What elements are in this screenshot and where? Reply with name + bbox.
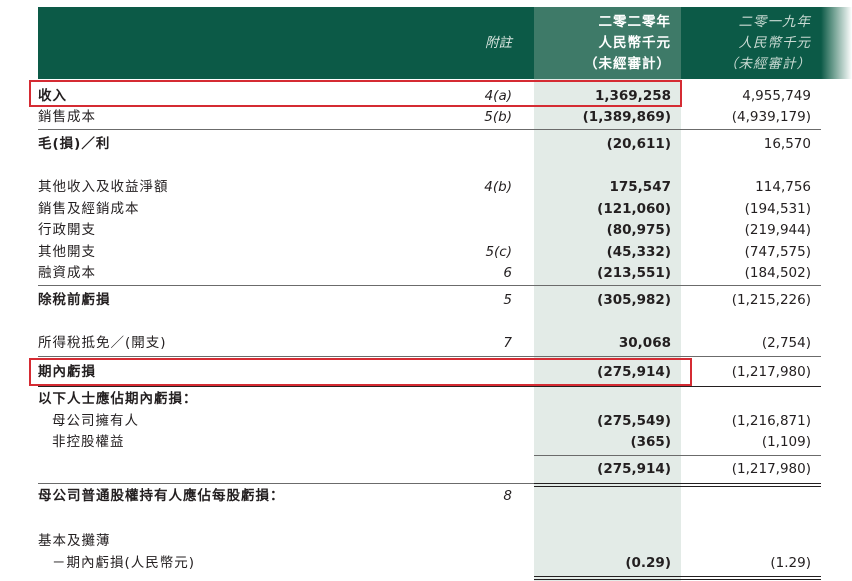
row-label: 融資成本 [38, 265, 96, 281]
divider [38, 129, 821, 130]
row-note: 5(b) [484, 109, 512, 125]
row-prior-value: (184,502) [744, 265, 811, 281]
row-label: 毛(損)／利 [38, 136, 111, 152]
divider [38, 356, 821, 357]
row-label: 其他開支 [38, 244, 96, 260]
row-label: 銷售及經銷成本 [38, 201, 140, 217]
row-prior-value: 4,955,749 [742, 88, 811, 104]
row-label: 非控股權益 [52, 434, 125, 450]
row-prior-value: 16,570 [763, 136, 811, 152]
divider [534, 576, 821, 577]
row-prior-value: (1,217,980) [731, 364, 811, 380]
table-row-income-tax: 所得稅抵免／(開支) 7 30,068 (2,754) [0, 333, 852, 354]
table-row-gross-profit: 毛(損)／利 (20,611) 16,570 [0, 134, 852, 155]
row-note: 5(c) [485, 244, 512, 260]
row-label: －期內虧損(人民幣元) [52, 555, 196, 571]
row-label: 基本及攤薄 [38, 533, 111, 549]
prior-year-unit: 人民幣千元 [738, 35, 811, 51]
row-prior-value: (1.29) [770, 555, 811, 571]
row-note: 7 [503, 335, 512, 351]
row-current-value: (20,611) [606, 136, 671, 152]
table-row-admin-expenses: 行政開支 (80,975) (219,944) [0, 220, 852, 241]
table-row-other-income: 其他收入及收益淨額 4(b) 175,547 114,756 [0, 177, 852, 198]
row-current-value: (365) [630, 434, 671, 450]
table-row-basic-diluted: 基本及攤薄 [0, 531, 852, 552]
table-row-attributable-heading: 以下人士應佔期內虧損： [0, 389, 852, 410]
row-prior-value: (1,217,980) [731, 461, 811, 477]
table-row-selling-costs: 銷售及經銷成本 (121,060) (194,531) [0, 199, 852, 220]
row-label: 行政開支 [38, 222, 96, 238]
row-label: 母公司普通股權持有人應佔每股虧損： [38, 488, 285, 504]
row-current-value: (0.29) [625, 555, 671, 571]
highlight-loss-for-period-row [29, 358, 692, 386]
table-row-finance-costs: 融資成本 6 (213,551) (184,502) [0, 263, 852, 284]
table-row-non-controlling-interests: 非控股權益 (365) (1,109) [0, 432, 852, 453]
row-prior-value: (1,109) [761, 434, 811, 450]
row-current-value: (80,975) [606, 222, 671, 238]
divider [534, 483, 821, 484]
row-current-value: (213,551) [597, 265, 671, 281]
row-prior-value: (2,754) [761, 335, 811, 351]
prior-year-label: 二零一九年 [738, 14, 811, 30]
table-row-loss-per-share-heading: 母公司普通股權持有人應佔每股虧損： 8 [0, 486, 852, 507]
row-note: 4(b) [484, 179, 512, 195]
table-header [38, 7, 534, 79]
row-current-value: (275,549) [597, 413, 671, 429]
row-current-value: (121,060) [597, 201, 671, 217]
header-fade [821, 7, 852, 79]
note-column-header: 附註 [485, 35, 512, 51]
row-prior-value: 114,756 [755, 179, 811, 195]
divider [38, 386, 821, 387]
row-current-value: 175,547 [609, 179, 672, 195]
row-prior-value: (4,939,179) [731, 109, 811, 125]
row-label: 以下人士應佔期內虧損： [38, 391, 198, 407]
row-prior-value: (1,215,226) [731, 292, 811, 308]
row-current-value: (1,389,869) [582, 109, 671, 125]
current-year-audit-status: （未經審計） [584, 56, 671, 72]
row-current-value: (275,914) [597, 461, 671, 477]
row-label: 母公司擁有人 [52, 413, 139, 429]
row-note: 8 [503, 488, 512, 504]
row-current-value: (305,982) [597, 292, 671, 308]
table-row-attributable-total: (275,914) (1,217,980) [0, 459, 852, 480]
row-prior-value: (219,944) [744, 222, 811, 238]
divider [534, 579, 821, 580]
table-row-other-expenses: 其他開支 5(c) (45,332) (747,575) [0, 242, 852, 263]
row-prior-value: (747,575) [744, 244, 811, 260]
prior-year-audit-status: （未經審計） [724, 56, 811, 72]
table-row-loss-before-tax: 除稅前虧損 5 (305,982) (1,215,226) [0, 290, 852, 311]
table-row-cost-of-sales: 銷售成本 5(b) (1,389,869) (4,939,179) [0, 107, 852, 128]
income-statement-table: 附註 二零二零年 人民幣千元 （未經審計） 二零一九年 人民幣千元 （未經審計）… [0, 0, 852, 581]
divider [38, 285, 821, 286]
row-note: 6 [503, 265, 512, 281]
divider [38, 483, 534, 484]
row-note: 5 [503, 292, 512, 308]
row-prior-value: (1,216,871) [731, 413, 811, 429]
divider [534, 455, 821, 456]
current-year-unit: 人民幣千元 [598, 35, 671, 51]
table-row-loss-per-share: －期內虧損(人民幣元) (0.29) (1.29) [0, 553, 852, 574]
row-label: 除稅前虧損 [38, 292, 111, 308]
row-current-value: (45,332) [606, 244, 671, 260]
row-label: 其他收入及收益淨額 [38, 179, 169, 195]
table-row-owners-of-parent: 母公司擁有人 (275,549) (1,216,871) [0, 411, 852, 432]
row-current-value: 30,068 [618, 335, 671, 351]
current-year-label: 二零二零年 [598, 14, 671, 30]
row-label: 銷售成本 [38, 109, 96, 125]
highlight-revenue-row [29, 80, 682, 107]
row-prior-value: (194,531) [744, 201, 811, 217]
row-label: 所得稅抵免／(開支) [38, 335, 167, 351]
